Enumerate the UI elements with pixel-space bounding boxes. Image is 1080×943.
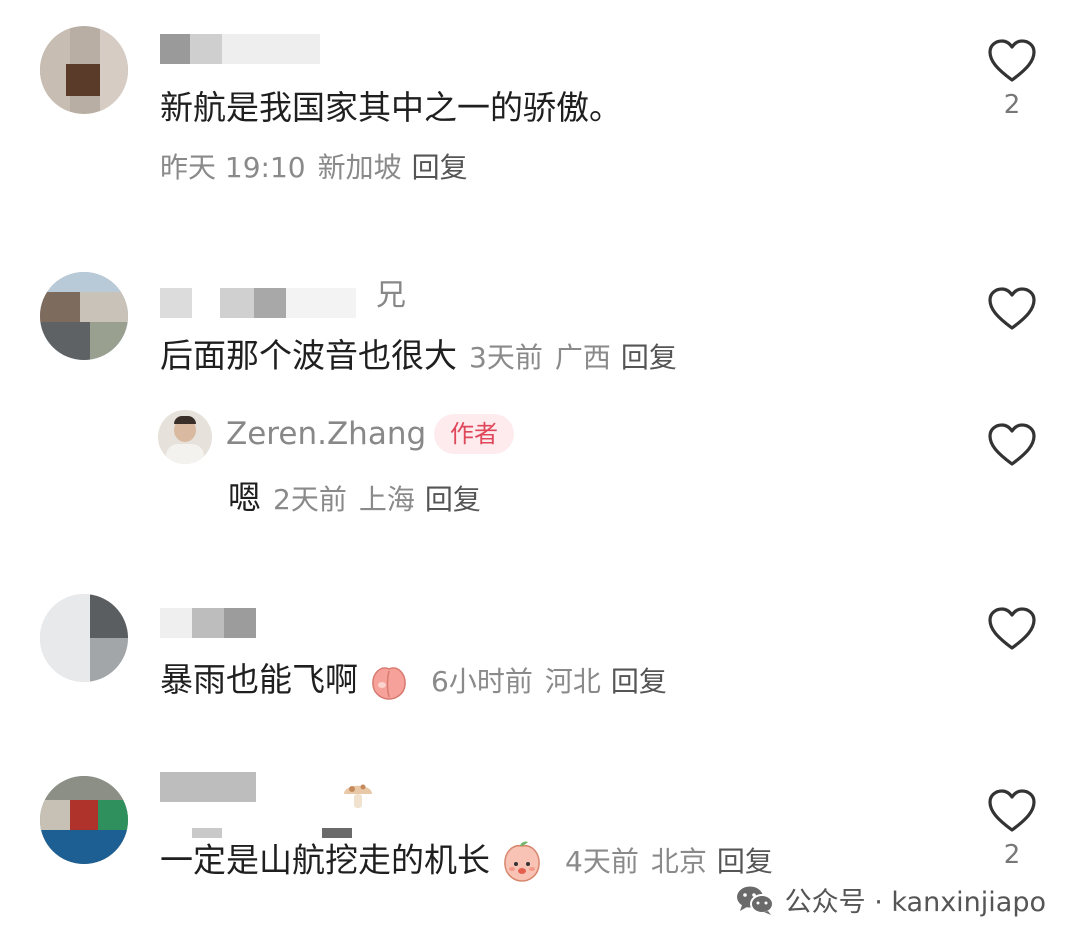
avatar[interactable]	[40, 26, 128, 114]
comment-meta: 4天前 北京 回复	[565, 845, 773, 878]
avatar[interactable]	[40, 272, 128, 360]
username-blurred	[322, 828, 352, 838]
comment-text: 后面那个波音也很大	[160, 336, 457, 375]
author-name[interactable]: Zeren.Zhang	[226, 414, 426, 454]
like-button[interactable]	[982, 286, 1042, 338]
username-suffix: 兄	[376, 278, 406, 313]
avatar[interactable]	[40, 594, 128, 682]
username-blurred[interactable]	[160, 34, 320, 64]
comment-location: 北京	[650, 845, 707, 878]
heart-icon	[988, 287, 1036, 330]
reply-button[interactable]: 回复	[717, 845, 773, 878]
heart-icon	[988, 423, 1036, 466]
comment-time: 昨天 19:10	[160, 151, 306, 184]
watermark: 公众号 · kanxinjiapo	[735, 880, 1046, 919]
heart-icon	[988, 39, 1036, 82]
username-blurred[interactable]	[160, 288, 360, 318]
comment-line: 嗯 2天前 上海 回复	[228, 478, 481, 520]
like-button[interactable]: 2	[982, 38, 1042, 120]
comment-location: 河北	[544, 664, 601, 698]
reply-button[interactable]: 回复	[425, 483, 481, 516]
comment-time: 6小时前	[431, 664, 533, 698]
username-blurred[interactable]	[160, 772, 260, 802]
peach-emoji-icon	[371, 666, 406, 700]
comment-location: 上海	[358, 482, 415, 516]
comment-meta: 昨天 19:10 新加坡 回复	[160, 150, 468, 186]
author-avatar[interactable]	[158, 410, 212, 464]
like-count: 2	[1003, 840, 1021, 870]
like-count: 2	[1003, 90, 1021, 120]
reply-button[interactable]: 回复	[611, 665, 667, 698]
comment-time: 4天前	[565, 845, 639, 878]
comment-meta: 3天前 广西 回复	[469, 341, 677, 374]
reply-button[interactable]: 回复	[621, 341, 677, 374]
comment-text: 一定是山航挖走的机长	[160, 840, 490, 880]
like-button[interactable]	[982, 422, 1042, 474]
comment-location: 新加坡	[317, 151, 402, 184]
peach-face-emoji-icon	[503, 841, 540, 882]
like-button[interactable]: 2	[982, 788, 1042, 870]
comment-text: 新航是我国家其中之一的骄傲。	[160, 88, 622, 127]
reply-button[interactable]: 回复	[412, 151, 468, 184]
username-blurred[interactable]	[160, 608, 260, 638]
author-badge: 作者	[434, 414, 514, 454]
heart-icon	[988, 789, 1036, 832]
comment-text: 嗯	[228, 478, 261, 517]
comment-time: 2天前	[273, 482, 347, 516]
comment-text: 暴雨也能飞啊	[160, 660, 358, 699]
avatar[interactable]	[40, 776, 128, 864]
mushroom-emoji-icon	[344, 784, 372, 808]
comment-meta: 6小时前 河北 回复	[431, 665, 667, 698]
watermark-text: 公众号 · kanxinjiapo	[784, 887, 1046, 918]
comment-meta: 2天前 上海 回复	[273, 483, 481, 516]
comment-location: 广西	[554, 340, 611, 374]
comment-time: 3天前	[469, 340, 543, 374]
wechat-icon	[736, 886, 774, 915]
like-button[interactable]	[982, 606, 1042, 658]
comment-line: 后面那个波音也很大 3天前 广西 回复	[160, 336, 677, 378]
heart-icon	[988, 607, 1036, 650]
comment-line: 一定是山航挖走的机长 4天前 北京 回复	[160, 840, 773, 884]
username-blurred	[192, 828, 222, 838]
comment-line: 暴雨也能飞啊 6小时前 河北 回复	[160, 660, 667, 702]
